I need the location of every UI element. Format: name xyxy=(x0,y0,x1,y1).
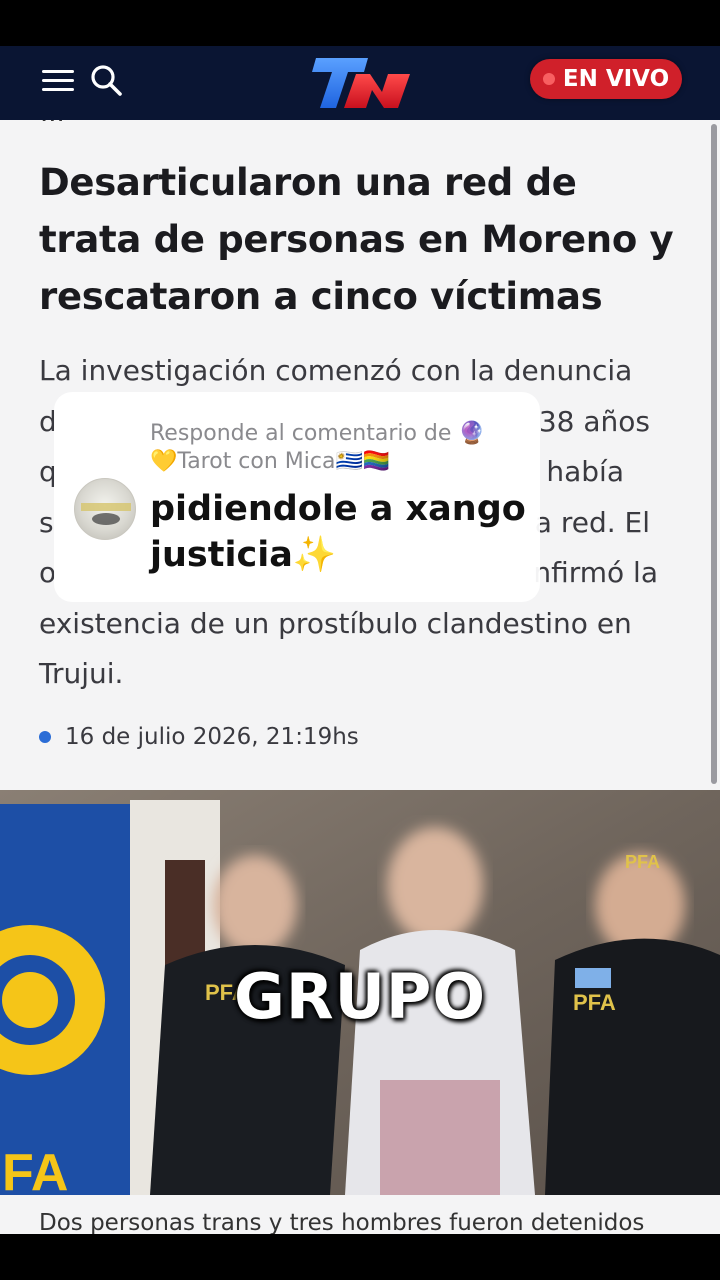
publish-date: 16 de julio 2026, 21:19hs xyxy=(39,724,359,750)
status-bar xyxy=(0,0,720,46)
reply-to-line: Responde al comentario de 🔮 xyxy=(150,421,486,446)
breadcrumb[interactable]: ... xyxy=(40,120,65,128)
article-content[interactable]: ... Desarticularon una red de trata de p… xyxy=(0,120,720,1234)
search-icon[interactable] xyxy=(88,60,128,100)
hamburger-menu-icon[interactable] xyxy=(42,68,76,98)
lead-line-fragment: a red. El xyxy=(534,505,650,539)
scrollbar[interactable] xyxy=(711,124,717,784)
commenter-avatar[interactable] xyxy=(74,478,136,540)
lead-line-fragment: 38 años xyxy=(538,404,650,438)
article-headline: Desarticularon una red de trata de perso… xyxy=(39,161,674,318)
comment-text: pidiendole a xango justicia✨ xyxy=(150,489,526,575)
svg-text:FA: FA xyxy=(2,1144,68,1195)
live-label: EN VIVO xyxy=(562,66,670,92)
bottom-bar xyxy=(0,1234,720,1280)
live-button[interactable]: EN VIVO xyxy=(530,59,682,99)
svg-text:PFA: PFA xyxy=(625,852,660,872)
lead-line-fragment: nfirmó la xyxy=(533,556,658,589)
publish-date-text: 16 de julio 2026, 21:19hs xyxy=(65,724,359,750)
lead-line-fragment: había xyxy=(546,455,624,488)
date-bullet-icon xyxy=(39,731,51,743)
lead-line: La investigación comenzó con la denuncia xyxy=(39,354,633,387)
video-caption-overlay: GRUPO xyxy=(233,960,487,1033)
commenter-name: 💛Tarot con Mica🇺🇾🏳️‍🌈 xyxy=(150,449,391,474)
tn-logo[interactable] xyxy=(310,52,414,112)
lead-line: Trujui. xyxy=(39,657,124,690)
reply-comment-sticker[interactable]: Responde al comentario de 🔮 💛Tarot con M… xyxy=(54,392,540,602)
site-header: EN VIVO xyxy=(0,46,720,120)
photo-caption: Dos personas trans y tres hombres fueron… xyxy=(39,1210,645,1234)
reply-to-label: Responde al comentario de 🔮 💛Tarot con M… xyxy=(150,420,530,476)
lead-line: existencia de un prostíbulo clandestino … xyxy=(39,606,632,640)
lead-line-fragment: s xyxy=(39,505,54,539)
live-indicator-dot xyxy=(542,73,555,85)
